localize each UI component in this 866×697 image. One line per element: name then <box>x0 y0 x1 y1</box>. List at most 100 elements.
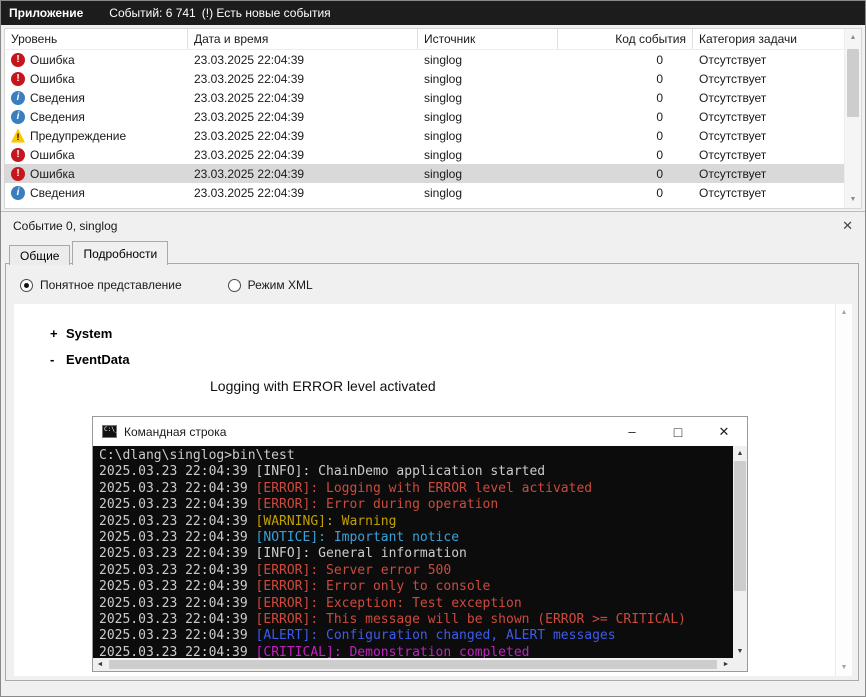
tab-general[interactable]: Общие <box>9 245 70 265</box>
table-row[interactable]: iСведения23.03.2025 22:04:39singlog0Отсу… <box>5 88 844 107</box>
datetime-cell: 23.03.2025 22:04:39 <box>188 167 418 181</box>
events-count: Событий: 6 741 <box>109 6 195 20</box>
datetime-cell: 23.03.2025 22:04:39 <box>188 53 418 67</box>
minimize-button[interactable]: – <box>609 417 655 446</box>
scroll-down-icon[interactable]: ▼ <box>845 191 861 208</box>
console-timestamp: 2025.03.23 22:04:39 <box>99 579 256 594</box>
console-timestamp: 2025.03.23 22:04:39 <box>99 596 256 611</box>
console-message: [NOTICE]: Important notice <box>256 530 460 545</box>
console-line: 2025.03.23 22:04:39 [INFO]: ChainDemo ap… <box>99 464 733 480</box>
details-content: + System - EventData Logging with ERROR … <box>14 304 852 676</box>
tree-label-eventdata: EventData <box>66 352 130 367</box>
source-cell: singlog <box>418 72 558 86</box>
level-cell: iСведения <box>5 91 188 105</box>
column-header-task-category[interactable]: Категория задачи <box>693 29 844 49</box>
console-message: [WARNING]: Warning <box>256 514 397 529</box>
console-line: 2025.03.23 22:04:39 [ERROR]: Error only … <box>99 579 733 595</box>
table-header-row: Уровень Дата и время Источник Код событи… <box>5 29 844 50</box>
tree-label-system: System <box>66 326 112 341</box>
table-scrollbar[interactable]: ▲ ▼ <box>844 29 861 208</box>
app-window: Приложение Событий: 6 741 (!) Есть новые… <box>0 0 866 697</box>
radio-friendly-view[interactable]: Понятное представление <box>20 278 182 292</box>
console-icon <box>102 425 117 438</box>
console-vertical-scrollbar[interactable]: ▲ ▼ <box>733 446 747 658</box>
level-label: Сведения <box>30 91 85 105</box>
table-row[interactable]: !Ошибка23.03.2025 22:04:39singlog0Отсутс… <box>5 164 844 183</box>
table-row[interactable]: !Ошибка23.03.2025 22:04:39singlog0Отсутс… <box>5 50 844 69</box>
event-code-cell: 0 <box>558 148 693 162</box>
info-icon: i <box>11 110 25 124</box>
column-header-source[interactable]: Источник <box>418 29 558 49</box>
console-message: [CRITICAL]: Demonstration completed <box>256 645 530 658</box>
cmd-titlebar[interactable]: Командная строка – □ ✕ <box>93 417 747 446</box>
console-timestamp: 2025.03.23 22:04:39 <box>99 481 256 496</box>
console-scroll-thumb[interactable] <box>734 461 746 591</box>
console-scroll-up-icon[interactable]: ▲ <box>733 446 747 460</box>
scroll-thumb[interactable] <box>847 49 859 117</box>
cmd-window-buttons: – □ ✕ <box>609 417 747 446</box>
console-line: 2025.03.23 22:04:39 [ERROR]: This messag… <box>99 612 733 628</box>
console-line: C:\dlang\singlog>bin\test <box>99 448 733 464</box>
console-message: C:\dlang\singlog>bin\test <box>99 448 295 463</box>
console-timestamp: 2025.03.23 22:04:39 <box>99 546 256 561</box>
details-title: Событие 0, singlog <box>13 219 117 233</box>
console-message: [ERROR]: Error only to console <box>256 579 491 594</box>
tree-item-system[interactable]: + System <box>50 326 112 341</box>
datetime-cell: 23.03.2025 22:04:39 <box>188 110 418 124</box>
source-cell: singlog <box>418 129 558 143</box>
level-label: Ошибка <box>30 53 75 67</box>
tree-item-eventdata[interactable]: - EventData <box>50 352 130 367</box>
view-mode-radios: Понятное представление Режим XML <box>20 278 313 292</box>
column-header-event-code[interactable]: Код события <box>558 29 693 49</box>
radio-xml-view[interactable]: Режим XML <box>228 278 313 292</box>
maximize-button[interactable]: □ <box>655 417 701 446</box>
console-scroll-down-icon[interactable]: ▼ <box>733 644 747 658</box>
datetime-cell: 23.03.2025 22:04:39 <box>188 72 418 86</box>
column-header-datetime[interactable]: Дата и время <box>188 29 418 49</box>
console-timestamp: 2025.03.23 22:04:39 <box>99 645 256 658</box>
content-scroll-up-icon[interactable]: ▲ <box>836 304 852 321</box>
console-scroll-right-icon[interactable]: ► <box>719 658 733 671</box>
category-cell: Отсутствует <box>693 186 844 200</box>
console-body: C:\dlang\singlog>bin\test2025.03.23 22:0… <box>93 446 747 671</box>
category-cell: Отсутствует <box>693 91 844 105</box>
collapse-icon[interactable]: - <box>50 352 66 367</box>
error-icon: ! <box>11 72 25 86</box>
content-scrollbar[interactable]: ▲ ▼ <box>835 304 852 676</box>
event-code-cell: 0 <box>558 91 693 105</box>
content-scroll-down-icon[interactable]: ▼ <box>836 659 852 676</box>
event-code-cell: 0 <box>558 167 693 181</box>
table-row[interactable]: !Ошибка23.03.2025 22:04:39singlog0Отсутс… <box>5 69 844 88</box>
column-header-level[interactable]: Уровень <box>5 29 188 49</box>
console-message: [ERROR]: Server error 500 <box>256 563 452 578</box>
tab-general-label: Общие <box>20 249 59 263</box>
console-horizontal-scrollbar[interactable]: ◄ ► <box>93 658 733 671</box>
console-message: [ALERT]: Configuration changed, ALERT me… <box>256 628 616 643</box>
console-timestamp: 2025.03.23 22:04:39 <box>99 530 256 545</box>
level-cell: !Ошибка <box>5 148 188 162</box>
tab-details[interactable]: Подробности <box>72 241 168 265</box>
close-button[interactable]: ✕ <box>701 417 747 446</box>
radio-dot-xml <box>228 279 241 292</box>
console-message: [ERROR]: This message will be shown (ERR… <box>256 612 686 627</box>
source-cell: singlog <box>418 53 558 67</box>
console-timestamp: 2025.03.23 22:04:39 <box>99 563 256 578</box>
console-line: 2025.03.23 22:04:39 [ERROR]: Logging wit… <box>99 481 733 497</box>
app-title: Приложение <box>9 6 83 20</box>
event-code-cell: 0 <box>558 186 693 200</box>
table-row[interactable]: !Предупреждение23.03.2025 22:04:39singlo… <box>5 126 844 145</box>
close-details-button[interactable]: ✕ <box>842 218 853 234</box>
table-row[interactable]: !Ошибка23.03.2025 22:04:39singlog0Отсутс… <box>5 145 844 164</box>
console-hscroll-thumb[interactable] <box>109 660 717 669</box>
scroll-up-icon[interactable]: ▲ <box>845 29 861 46</box>
table-row[interactable]: iСведения23.03.2025 22:04:39singlog0Отсу… <box>5 107 844 126</box>
console-timestamp: 2025.03.23 22:04:39 <box>99 612 256 627</box>
level-label: Сведения <box>30 186 85 200</box>
error-icon: ! <box>11 148 25 162</box>
console-message: [INFO]: ChainDemo application started <box>256 464 546 479</box>
console-output: C:\dlang\singlog>bin\test2025.03.23 22:0… <box>93 446 733 658</box>
expand-icon[interactable]: + <box>50 326 66 341</box>
level-label: Ошибка <box>30 167 75 181</box>
table-row[interactable]: iСведения23.03.2025 22:04:39singlog0Отсу… <box>5 183 844 202</box>
console-scroll-left-icon[interactable]: ◄ <box>93 658 107 671</box>
